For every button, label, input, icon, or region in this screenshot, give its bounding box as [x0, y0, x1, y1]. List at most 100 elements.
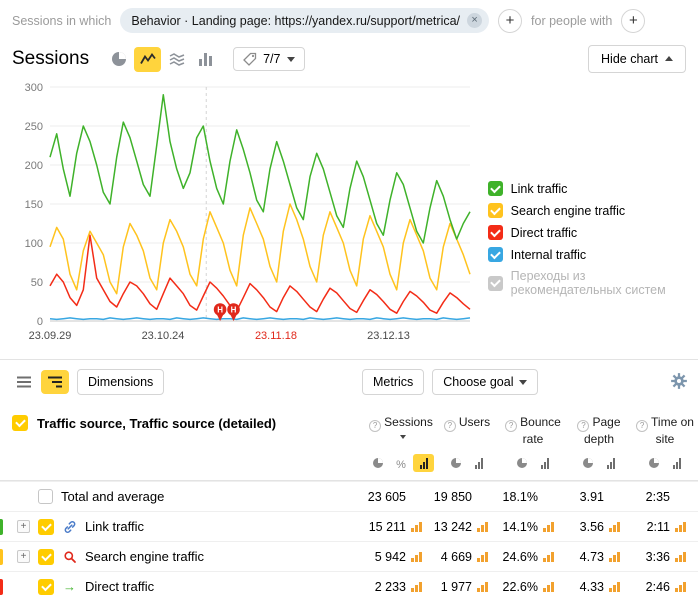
- pie-chart-type-button[interactable]: [105, 47, 132, 72]
- column-header-users[interactable]: Users: [434, 415, 500, 432]
- add-session-filter-button[interactable]: [498, 9, 522, 33]
- mini-bar-icon: [477, 581, 490, 592]
- table-settings-button[interactable]: [670, 372, 688, 393]
- pie-mode-icon[interactable]: [511, 454, 532, 472]
- percent-mode-icon[interactable]: [391, 454, 412, 472]
- series-line-2[interactable]: [50, 235, 470, 313]
- sort-desc-icon: [400, 435, 406, 442]
- chart-series-selector[interactable]: 7/7: [233, 47, 304, 71]
- row-label[interactable]: Search engine traffic: [85, 549, 204, 564]
- legend-checkbox[interactable]: [488, 181, 503, 196]
- column-chart-icon: [199, 53, 212, 66]
- display-mode-users: [434, 454, 500, 472]
- page-depth-value: 4.33: [580, 580, 604, 594]
- table-row-link-traffic[interactable]: Link traffic 15 211 13 242 14.1% 3.56 2:…: [0, 511, 698, 541]
- line-chart-type-button[interactable]: [134, 47, 161, 72]
- legend-item[interactable]: Переходы из рекомендательных систем: [488, 269, 698, 297]
- y-axis-label: 50: [31, 277, 43, 289]
- sessions-chart[interactable]: 05010015020025030023.09.2923.10.2423.11.…: [14, 77, 472, 351]
- legend-item[interactable]: Direct traffic: [488, 225, 698, 240]
- stacked-chart-type-button[interactable]: [163, 47, 190, 72]
- series-line-3[interactable]: [50, 318, 470, 320]
- expand-row-button[interactable]: [17, 550, 30, 563]
- chevron-down-icon: [287, 57, 295, 66]
- x-axis-label: 23.11.18: [255, 330, 297, 342]
- row-checkbox[interactable]: [38, 579, 54, 595]
- tag-icon: [243, 52, 257, 66]
- help-icon: [577, 420, 589, 432]
- legend-checkbox[interactable]: [488, 276, 503, 291]
- time-on-site-value: 3:36: [646, 550, 670, 564]
- bar-mode-icon[interactable]: [666, 454, 687, 472]
- help-icon: [369, 420, 381, 432]
- flat-view-button[interactable]: [10, 370, 38, 394]
- mini-bar-icon: [543, 551, 556, 562]
- add-people-filter-button[interactable]: [621, 9, 645, 33]
- pie-mode-icon[interactable]: [445, 454, 466, 472]
- page-depth-value: 3.91: [580, 490, 604, 504]
- pie-mode-icon[interactable]: [368, 454, 389, 472]
- legend-checkbox[interactable]: [488, 203, 503, 218]
- help-icon: [505, 420, 517, 432]
- bar-mode-icon[interactable]: [413, 454, 434, 472]
- filter-chip-label: Behavior · Landing page: https://yandex.…: [131, 14, 460, 28]
- display-mode-page-depth: [566, 454, 632, 472]
- table-row-search-traffic[interactable]: Search engine traffic 5 942 4 669 24.6% …: [0, 541, 698, 571]
- dimension-header-label: Traffic source, Traffic source (detailed…: [37, 416, 276, 431]
- table-toolbar: Dimensions Metrics Choose goal: [0, 360, 698, 403]
- column-header-page-depth[interactable]: Page depth: [566, 415, 632, 447]
- bounce-rate-value: 24.6%: [503, 550, 538, 564]
- y-axis-label: 150: [25, 199, 43, 211]
- row-checkbox[interactable]: [38, 489, 53, 504]
- column-header-time-on-site[interactable]: Time on site: [632, 415, 698, 447]
- table-row-total: Total and average 23 605 19 850 18.1% 3.…: [0, 481, 698, 511]
- legend-item[interactable]: Internal traffic: [488, 247, 698, 262]
- bar-mode-icon[interactable]: [600, 454, 621, 472]
- legend-item[interactable]: Search engine traffic: [488, 203, 698, 218]
- page-depth-value: 4.73: [580, 550, 604, 564]
- filter-chip[interactable]: Behavior · Landing page: https://yandex.…: [120, 8, 489, 33]
- table-row-direct-traffic[interactable]: Direct traffic 2 233 1 977 22.6% 4.33 2:…: [0, 571, 698, 601]
- mini-bar-icon: [609, 581, 622, 592]
- legend-label: Link traffic: [511, 182, 568, 196]
- column-chart-type-button[interactable]: [192, 47, 219, 72]
- column-header-sessions[interactable]: Sessions: [368, 415, 434, 447]
- pie-mode-icon[interactable]: [643, 454, 664, 472]
- series-color-strip: [0, 549, 3, 565]
- legend-label: Internal traffic: [511, 248, 587, 262]
- bounce-rate-value: 14.1%: [503, 520, 538, 534]
- remove-filter-icon[interactable]: [467, 13, 482, 28]
- legend-label: Search engine traffic: [511, 204, 625, 218]
- metrics-button[interactable]: Metrics: [362, 369, 424, 395]
- legend-item[interactable]: Link traffic: [488, 181, 698, 196]
- series-line-1[interactable]: [50, 204, 470, 294]
- hide-chart-button[interactable]: Hide chart: [588, 45, 686, 73]
- sessions-value: 2 233: [375, 580, 406, 594]
- column-header-bounce-rate[interactable]: Bounce rate: [500, 415, 566, 447]
- bar-mode-icon[interactable]: [534, 454, 555, 472]
- legend-checkbox[interactable]: [488, 225, 503, 240]
- legend-checkbox[interactable]: [488, 247, 503, 262]
- users-value: 19 850: [434, 490, 472, 504]
- tree-view-button[interactable]: [41, 370, 69, 394]
- choose-goal-button[interactable]: Choose goal: [432, 369, 538, 395]
- pie-chart-icon: [112, 52, 126, 66]
- tree-list-icon: [47, 375, 63, 389]
- row-label[interactable]: Link traffic: [85, 519, 144, 534]
- expand-row-button[interactable]: [17, 520, 30, 533]
- legend-label: Переходы из рекомендательных систем: [511, 269, 698, 297]
- users-value: 4 669: [441, 550, 472, 564]
- mini-bar-icon: [477, 551, 490, 562]
- pie-mode-icon[interactable]: [577, 454, 598, 472]
- row-label[interactable]: Direct traffic: [85, 579, 154, 594]
- dimensions-button[interactable]: Dimensions: [77, 369, 164, 395]
- link-icon: [62, 519, 77, 534]
- bar-mode-icon[interactable]: [468, 454, 489, 472]
- line-chart-icon: [140, 52, 156, 66]
- series-line-0[interactable]: [50, 95, 470, 243]
- row-checkbox[interactable]: [38, 519, 54, 535]
- mini-bar-icon: [543, 521, 556, 532]
- select-all-checkbox[interactable]: [12, 415, 28, 431]
- x-axis-label: 23.09.29: [29, 330, 72, 342]
- row-checkbox[interactable]: [38, 549, 54, 565]
